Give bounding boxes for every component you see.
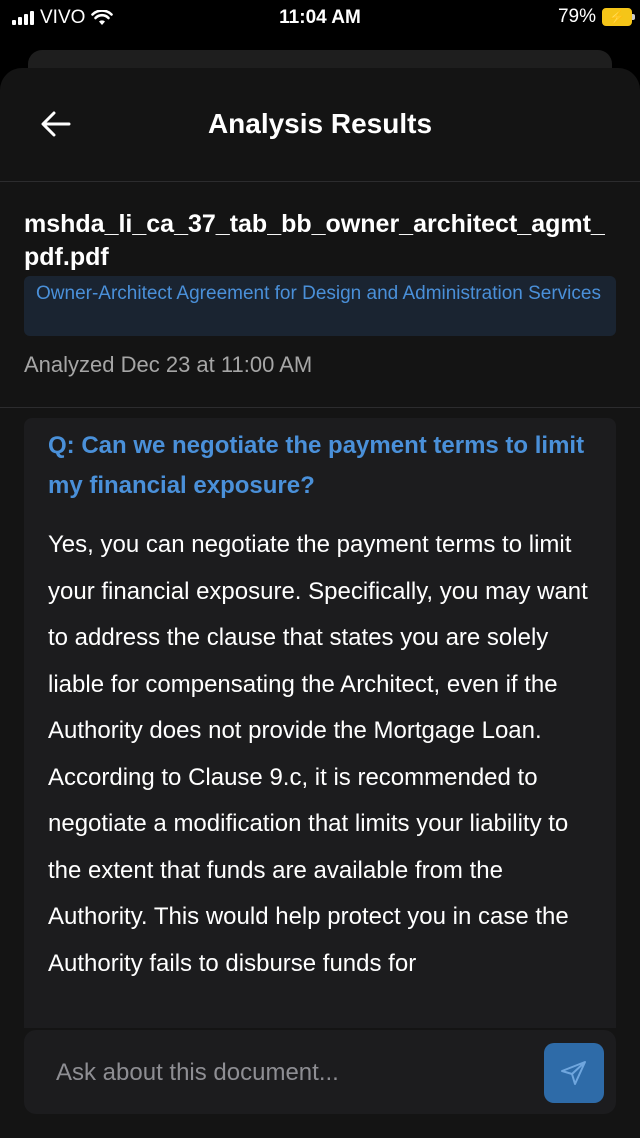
page-title: Analysis Results xyxy=(207,108,433,139)
battery-percent: 79% xyxy=(557,6,596,27)
qa-card[interactable]: Q: Can we negotiate the payment terms to… xyxy=(24,418,616,1028)
document-file-name: mshda_li_ca_37_tab_bb_owner_architect_ag… xyxy=(24,210,605,271)
clock: 11:04 AM xyxy=(279,7,361,28)
chat-input-bar xyxy=(24,1030,616,1116)
analysis-sheet: Analysis Results mshda_li_ca_37_tab_bb_o… xyxy=(0,68,640,1138)
question-input[interactable] xyxy=(54,1030,538,1116)
battery-info: 79% ⚡ xyxy=(557,6,635,28)
document-info: mshda_li_ca_37_tab_bb_owner_architect_ag… xyxy=(0,182,640,408)
header: Analysis Results xyxy=(0,68,640,182)
analyzed-timestamp: Analyzed Dec 23 at 11:00 AM xyxy=(24,352,313,377)
battery-charging-icon: ⚡ xyxy=(602,8,635,26)
question-text: Q: Can we negotiate the payment terms to… xyxy=(48,432,585,499)
send-button[interactable] xyxy=(544,1043,604,1103)
answer-text: Yes, you can negotiate the payment terms… xyxy=(48,531,588,977)
status-bar: VIVO 11:04 AM 79% ⚡ xyxy=(0,0,640,36)
send-icon xyxy=(561,1061,586,1085)
document-type-badge: Owner-Architect Agreement for Design and… xyxy=(24,276,616,336)
